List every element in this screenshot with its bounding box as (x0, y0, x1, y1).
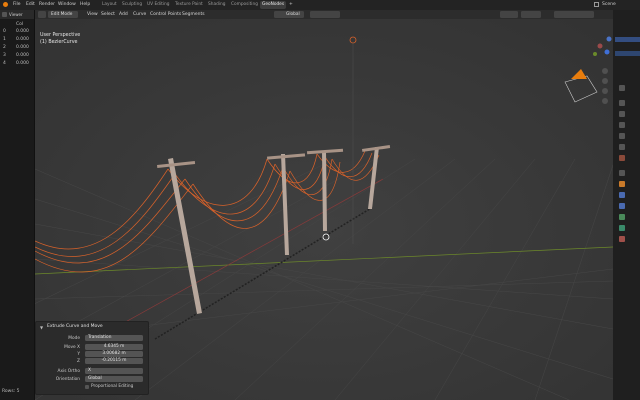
row-index: 3 (3, 53, 6, 58)
pan-hand-icon[interactable] (602, 78, 608, 84)
gizmo-toggle[interactable] (500, 11, 518, 18)
top-menu-bar: File Edit Render Window Help Layout Scul… (0, 0, 640, 10)
orientation-dropdown[interactable]: Global (85, 376, 143, 382)
tab-layout[interactable]: Layout (100, 1, 119, 9)
mode-dropdown[interactable]: Translation (85, 335, 143, 341)
spreadsheet-editor-label[interactable]: Viewer (9, 12, 23, 17)
render-icon[interactable] (619, 100, 625, 106)
row-index: 1 (3, 37, 6, 42)
tab-geonodes[interactable]: GeoNodes (260, 1, 287, 9)
view-perspective-label: User Perspective (40, 33, 81, 38)
menu-view[interactable]: View (87, 12, 98, 17)
column-header: Col (16, 22, 24, 27)
properties-panel (613, 10, 640, 400)
tab-uv-editing[interactable]: UV Editing (145, 1, 171, 9)
blender-logo-icon[interactable] (3, 2, 8, 7)
overlay-toggle[interactable] (521, 11, 541, 18)
physics-icon[interactable] (619, 203, 625, 209)
menu-control-points[interactable]: Control Points (150, 12, 181, 17)
material-icon[interactable] (619, 236, 625, 242)
menu-edit[interactable]: Edit (26, 2, 35, 7)
view-layer-icon[interactable] (619, 122, 625, 128)
spreadsheet-panel (0, 10, 35, 400)
add-workspace-button[interactable]: + (289, 2, 293, 7)
move-y-label: Y (77, 352, 80, 357)
camera-view-icon[interactable] (602, 88, 608, 94)
tab-texture-paint[interactable]: Texture Paint (173, 1, 205, 9)
row-index: 2 (3, 45, 6, 50)
row-value: 0.000 (16, 53, 29, 58)
snapping-controls[interactable] (310, 11, 340, 18)
orientation-label: Orientation (55, 377, 80, 382)
data-icon[interactable] (619, 225, 625, 231)
scene-name[interactable]: Scene (602, 2, 616, 7)
rows-count-label: Rows: 5 (2, 389, 20, 394)
menu-file[interactable]: File (13, 2, 21, 7)
tool-icon[interactable] (619, 85, 625, 91)
menu-segments[interactable]: Segments (182, 12, 205, 17)
modifier-icon[interactable] (619, 181, 625, 187)
shading-mode-buttons[interactable] (554, 11, 594, 18)
menu-help[interactable]: Help (80, 2, 90, 7)
world-icon[interactable] (619, 144, 625, 150)
axis-ortho-label: Axis Ortho (57, 369, 80, 374)
menu-add[interactable]: Add (119, 12, 128, 17)
proportional-editing-checkbox[interactable] (85, 385, 89, 389)
scene-icon[interactable] (594, 2, 599, 7)
move-x-field[interactable]: 4.6345 m (85, 344, 143, 350)
menu-curve[interactable]: Curve (133, 12, 146, 17)
axis-ortho-dropdown[interactable]: X (85, 368, 143, 374)
menu-render[interactable]: Render (39, 2, 55, 7)
row-index: 4 (3, 61, 6, 66)
mode-label: Edit Mode (51, 12, 73, 17)
menu-window[interactable]: Window (58, 2, 76, 7)
row-value: 0.000 (16, 61, 29, 66)
move-x-label: Move X (64, 345, 80, 350)
tab-shading[interactable]: Shading (206, 1, 227, 9)
outliner-row[interactable] (615, 51, 640, 56)
spreadsheet-header: Viewer (0, 10, 34, 19)
constraints-icon[interactable] (619, 214, 625, 220)
output-icon[interactable] (619, 111, 625, 117)
move-y-field[interactable]: 3.00682 m (85, 351, 143, 357)
operator-title[interactable]: Extrude Curve and Move (47, 324, 103, 329)
row-value: 0.000 (16, 37, 29, 42)
particles-icon[interactable] (619, 192, 625, 198)
perspective-toggle-icon[interactable] (602, 98, 608, 104)
zoom-icon[interactable] (602, 68, 608, 74)
scene-icon[interactable] (619, 133, 625, 139)
row-index: 0 (3, 29, 6, 34)
outliner-selected-row[interactable] (615, 37, 640, 42)
tab-compositing[interactable]: Compositing (229, 1, 260, 9)
collapse-arrow-icon[interactable]: ▼ (40, 325, 43, 330)
tab-sculpting[interactable]: Sculpting (120, 1, 144, 9)
move-z-label: Z (77, 359, 80, 364)
proportional-editing-label: Proportional Editing (91, 384, 134, 389)
row-value: 0.000 (16, 45, 29, 50)
editor-type-icon[interactable] (2, 12, 7, 17)
editor-type-button[interactable] (38, 11, 46, 18)
mode-label: Mode (68, 336, 80, 341)
menu-select[interactable]: Select (101, 12, 115, 17)
move-z-field[interactable]: -0.20115 m (85, 358, 143, 364)
row-value: 0.000 (16, 29, 29, 34)
transform-orientation-label: Global (286, 12, 300, 17)
object-icon[interactable] (619, 170, 625, 176)
active-object-label: (1) BezierCurve (40, 40, 78, 45)
collection-icon[interactable] (619, 155, 625, 161)
